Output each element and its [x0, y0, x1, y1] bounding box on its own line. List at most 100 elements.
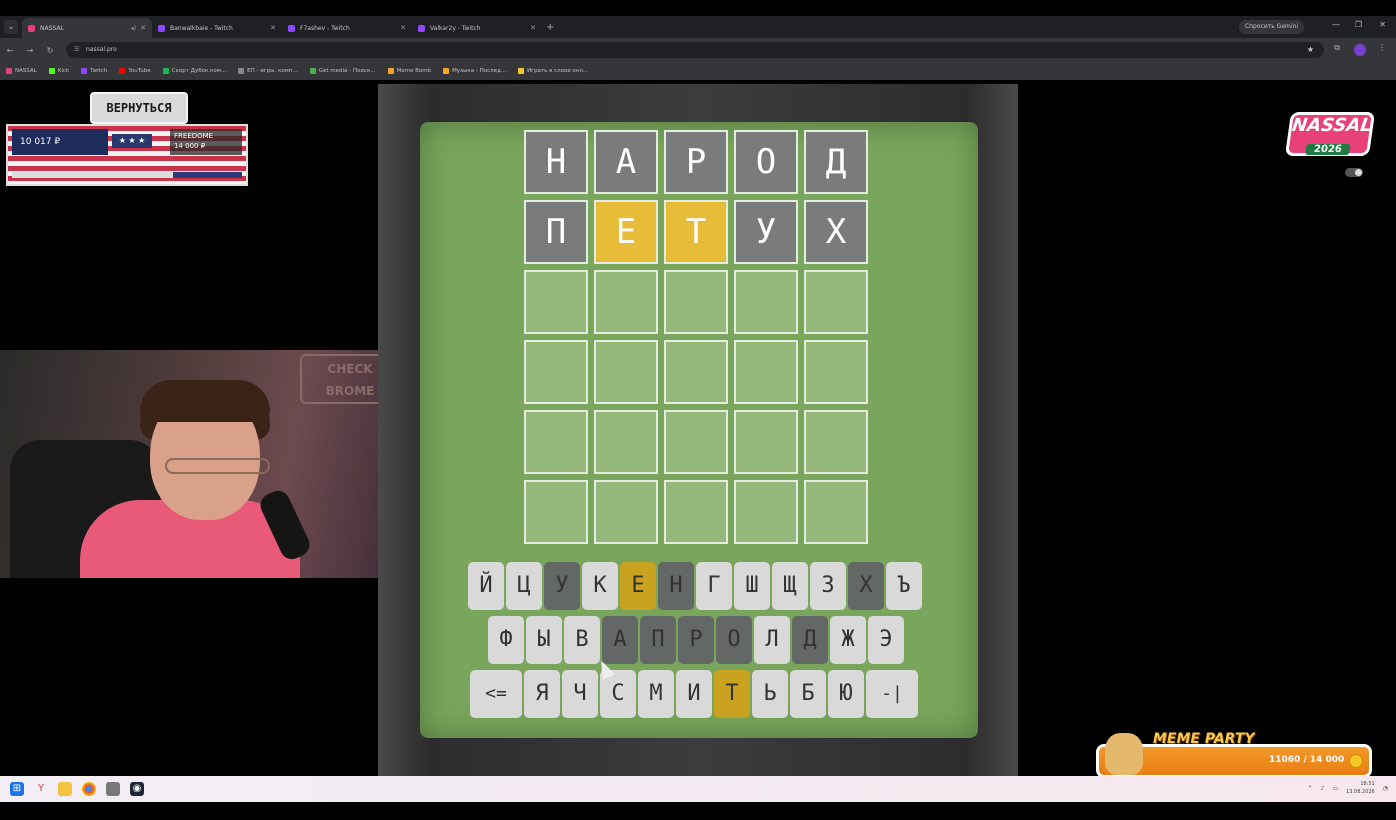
overlay-toggle[interactable] — [1345, 168, 1363, 177]
key-letter[interactable]: Ъ — [886, 562, 922, 610]
bookmark-item[interactable]: Meme Bomb — [387, 68, 431, 74]
tab-close-icon[interactable]: ✕ — [140, 24, 146, 32]
reload-icon[interactable]: ↻ — [40, 46, 60, 55]
key-letter[interactable]: Н — [658, 562, 694, 610]
key-letter[interactable]: В — [564, 616, 600, 664]
browser-menu-icon[interactable]: ⋮ — [1378, 43, 1386, 52]
key-letter[interactable]: Ц — [506, 562, 542, 610]
volume-icon[interactable]: ♪ — [1321, 785, 1325, 792]
back-button[interactable]: ВЕРНУТЬСЯ — [90, 92, 188, 124]
key-letter[interactable]: Х — [848, 562, 884, 610]
key-letter[interactable]: Б — [790, 670, 826, 718]
yandex-browser-icon[interactable]: Y — [34, 782, 48, 796]
bookmark-favicon-icon — [162, 68, 169, 74]
key-letter[interactable]: Ю — [828, 670, 864, 718]
extensions-icon[interactable]: ⧉ — [1334, 43, 1340, 53]
bookmark-item[interactable]: Twitch — [81, 68, 107, 74]
grid-cell — [594, 270, 658, 334]
key-letter[interactable]: Э — [868, 616, 904, 664]
notifications-icon[interactable]: ◔ — [1383, 785, 1388, 792]
site-info-icon[interactable]: ☰ — [74, 42, 79, 58]
key-letter[interactable]: Я — [524, 670, 560, 718]
key-letter[interactable]: Д — [792, 616, 828, 664]
key-letter[interactable]: Л — [754, 616, 790, 664]
tab-search-icon[interactable]: ⌄ — [4, 20, 18, 34]
key-letter[interactable]: Щ — [772, 562, 808, 610]
key-letter[interactable]: У — [544, 562, 580, 610]
tab-close-icon[interactable]: ✕ — [400, 24, 406, 32]
grid-cell: Р — [664, 130, 728, 194]
gemini-button[interactable]: Спросить Gemini — [1238, 20, 1304, 34]
bookmark-label: Играть в слова онл... — [527, 68, 589, 74]
key-letter[interactable]: К — [582, 562, 618, 610]
key-letter[interactable]: З — [810, 562, 846, 610]
tray-chevron-icon[interactable]: ⌃ — [1308, 785, 1313, 792]
close-window-icon[interactable]: ✕ — [1379, 20, 1386, 29]
key-letter[interactable]: Г — [696, 562, 732, 610]
tab-close-icon[interactable]: ✕ — [530, 24, 536, 32]
forward-arrow-icon[interactable]: → — [20, 46, 40, 55]
key-letter[interactable]: Ч — [562, 670, 598, 718]
tab-0[interactable]: NASSAL ◂) ✕ — [22, 18, 152, 38]
notepad-icon[interactable] — [106, 782, 120, 796]
bookmark-label: Скорт Дубок.ком... — [171, 68, 227, 74]
bookmark-item[interactable]: Скорт Дубок.ком... — [162, 68, 227, 74]
bookmark-label: Twitch — [90, 68, 108, 74]
bookmark-item[interactable]: Get media - Поиск... — [309, 68, 376, 74]
minimize-icon[interactable]: — — [1332, 20, 1340, 29]
key-letter[interactable]: О — [716, 616, 752, 664]
key-letter[interactable]: Ж — [830, 616, 866, 664]
key-letter[interactable]: И — [676, 670, 712, 718]
key-backspace[interactable]: <= — [470, 670, 522, 718]
steam-icon[interactable]: ◉ — [130, 782, 144, 796]
key-letter[interactable]: Е — [620, 562, 656, 610]
grid-cell — [664, 270, 728, 334]
tab-audio-icon[interactable]: ◂) — [131, 25, 136, 32]
key-letter[interactable]: Й — [468, 562, 504, 610]
bookmark-star-icon[interactable]: ★ — [1307, 42, 1314, 58]
bookmark-favicon-icon — [387, 68, 394, 74]
bookmark-label: NASSAL — [15, 68, 37, 74]
file-explorer-icon[interactable] — [58, 782, 72, 796]
bookmark-item[interactable]: Играть в слова онл... — [518, 68, 588, 74]
profile-avatar[interactable] — [1354, 44, 1366, 56]
tab-3[interactable]: Valkar2y - Twitch ✕ — [412, 18, 542, 38]
network-icon[interactable]: ▭ — [1332, 785, 1338, 792]
bookmark-item[interactable]: ЕП - игры, комп... — [238, 68, 298, 74]
key-letter[interactable]: Т — [714, 670, 750, 718]
freedom-label: FREEDOME — [174, 132, 214, 140]
chrome-icon[interactable] — [82, 782, 96, 796]
grid-cell — [804, 340, 868, 404]
tab-2[interactable]: F7ashev - Twitch ✕ — [282, 18, 412, 38]
coin-icon — [1349, 754, 1363, 768]
key-letter[interactable]: П — [640, 616, 676, 664]
grid-cell: Е — [594, 200, 658, 264]
maximize-icon[interactable]: ❐ — [1355, 20, 1362, 29]
key-letter[interactable]: Ф — [488, 616, 524, 664]
bookmark-label: Музыка - Послед... — [452, 68, 507, 74]
bookmark-label: ЕП - игры, комп... — [247, 68, 298, 74]
key-letter[interactable]: М — [638, 670, 674, 718]
key-letter[interactable]: Р — [678, 616, 714, 664]
clock-date: 13.08.2026 — [1346, 789, 1375, 795]
key-enter[interactable]: -| — [866, 670, 918, 718]
bookmark-item[interactable]: Музыка - Послед... — [443, 68, 506, 74]
grid-cell — [804, 480, 868, 544]
key-letter[interactable]: Ь — [752, 670, 788, 718]
game-board: НАРОДПЕТУХ Й Ц У К Е Н Г Ш Щ З Х Ъ Ф Ы В А П Р О Л Д Ж Э <= Я Ч С М… — [420, 122, 978, 738]
tab-1[interactable]: Banwalkbaie - Twitch ✕ — [152, 18, 282, 38]
address-bar[interactable]: ☰ nassal.pro ★ — [66, 42, 1324, 58]
new-tab-button[interactable]: + — [546, 22, 554, 33]
bookmark-favicon-icon — [309, 68, 316, 74]
back-arrow-icon[interactable]: ← — [0, 46, 20, 55]
bookmark-item[interactable]: NASSAL — [6, 68, 37, 74]
tab-favicon-icon — [418, 24, 425, 32]
tab-close-icon[interactable]: ✕ — [270, 24, 276, 32]
clock[interactable]: 18:51 13.08.2026 — [1346, 780, 1375, 796]
start-menu-icon[interactable]: ⊞ — [10, 782, 24, 796]
bookmark-favicon-icon — [518, 68, 525, 74]
key-letter[interactable]: Ш — [734, 562, 770, 610]
bookmark-item[interactable]: YouTube — [119, 68, 151, 74]
key-letter[interactable]: Ы — [526, 616, 562, 664]
bookmark-item[interactable]: Kick — [48, 68, 69, 74]
